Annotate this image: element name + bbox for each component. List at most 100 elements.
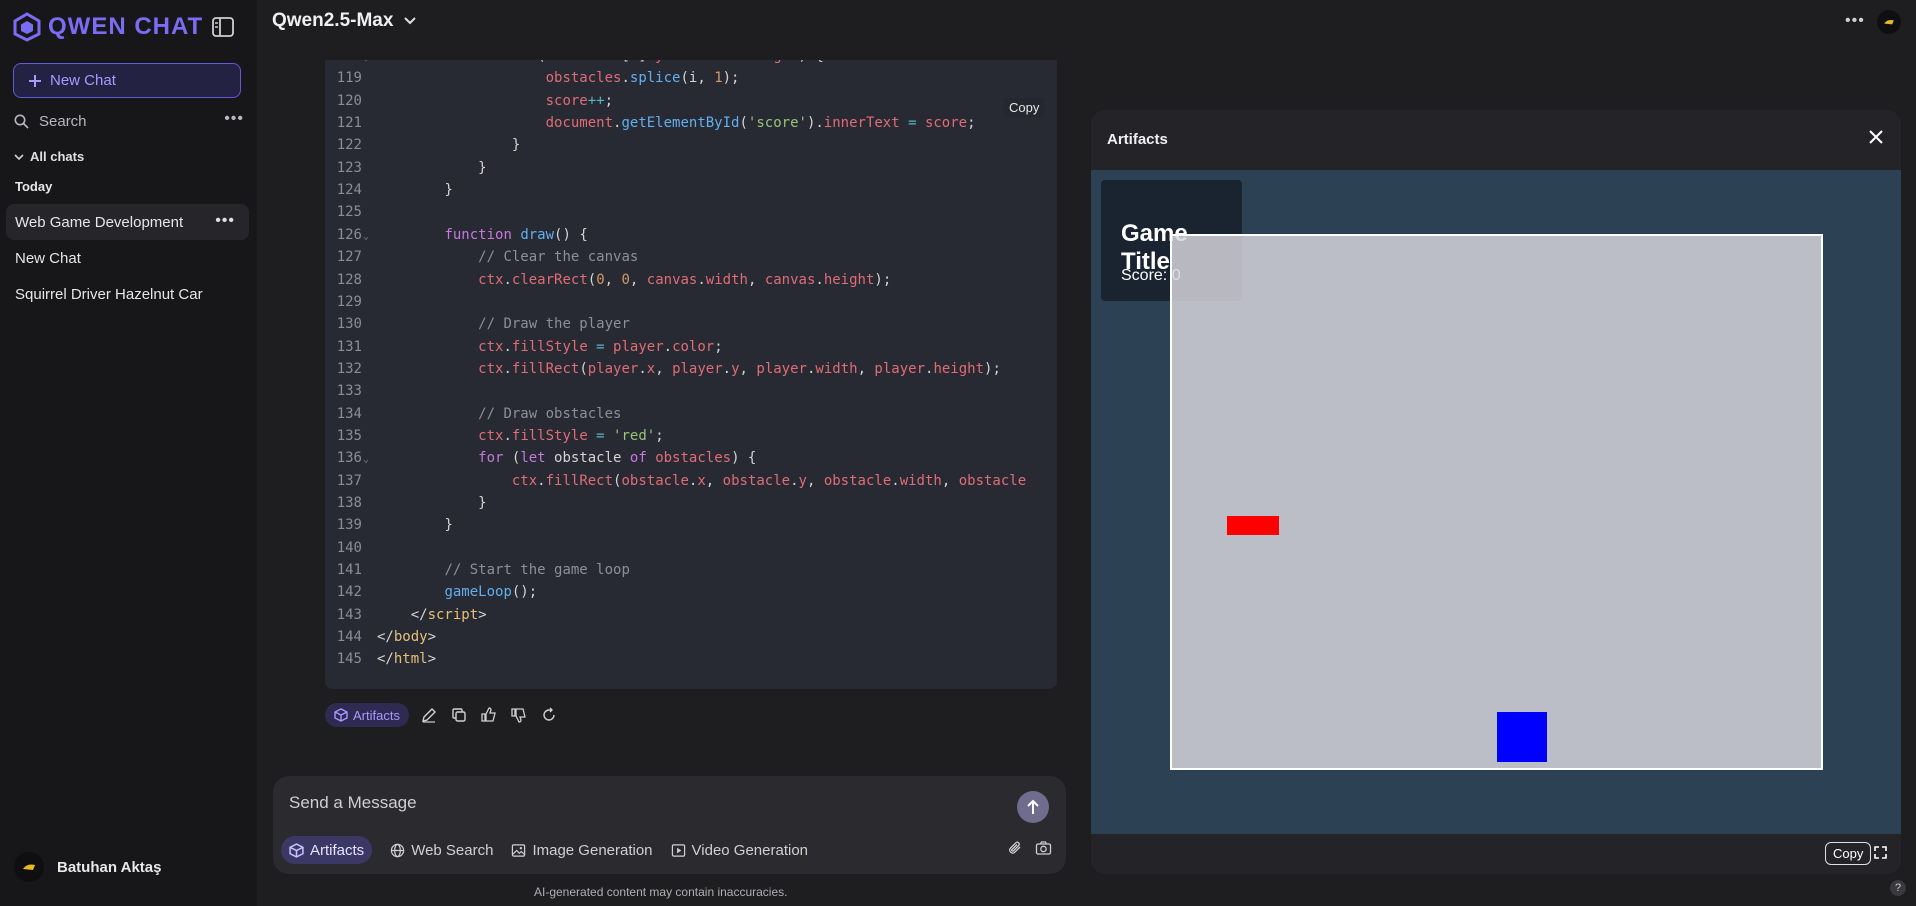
chat-item-new-chat[interactable]: New Chat — [6, 240, 249, 276]
chat-item-label: Squirrel Driver Hazelnut Car — [15, 285, 203, 303]
sidebar: QWEN CHAT New Chat Search ••• All chats … — [0, 0, 257, 906]
search-more-icon[interactable]: ••• — [224, 110, 244, 128]
artifacts-chip[interactable]: Artifacts — [325, 703, 409, 727]
artifacts-panel-footer: Copy — [1091, 834, 1901, 874]
code-text: // Draw obstacles — [478, 403, 621, 425]
code-token: , — [806, 472, 824, 489]
code-text: } — [512, 134, 520, 156]
search-input[interactable]: Search ••• — [14, 110, 244, 132]
code-token: player — [613, 338, 664, 355]
code-token: . — [503, 338, 512, 355]
plus-icon — [28, 74, 42, 88]
code-token: } — [478, 159, 487, 176]
code-token: obstacle — [545, 450, 630, 467]
fullscreen-icon[interactable] — [1874, 846, 1887, 859]
code-token: document — [545, 115, 614, 132]
code-text: ctx.fillRect(obstacle.x, obstacle.y, obs… — [512, 470, 1026, 492]
thumbs-up-icon[interactable] — [479, 705, 499, 725]
line-number: 125 — [336, 204, 362, 221]
fold-chevron-icon[interactable]: ⌄ — [363, 449, 369, 471]
code-token: ( — [529, 60, 545, 64]
thumbs-down-icon[interactable] — [509, 705, 529, 725]
chat-options-icon[interactable]: ••• — [215, 212, 235, 230]
fold-chevron-icon[interactable]: ⌄ — [363, 226, 369, 248]
video-generation-label: Video Generation — [691, 841, 809, 859]
game-canvas[interactable] — [1170, 234, 1823, 770]
sidebar-toggle-icon[interactable] — [212, 17, 234, 37]
code-text: function draw() { — [444, 224, 587, 246]
code-token: innerText — [823, 115, 900, 132]
code-token: , — [739, 360, 757, 377]
edit-icon[interactable] — [419, 705, 439, 725]
artifacts-panel: Artifacts Game Title Score: 0 Copy — [1091, 110, 1901, 874]
line-number: 118 — [330, 60, 362, 67]
artifacts-chip-label: Artifacts — [353, 707, 400, 723]
chevron-down-icon — [403, 16, 417, 26]
chat-item-squirrel-driver[interactable]: Squirrel Driver Hazelnut Car — [6, 276, 249, 312]
copy-code-button[interactable]: Copy — [1003, 98, 1046, 117]
copy-artifact-button[interactable]: Copy — [1825, 842, 1872, 865]
copy-icon[interactable] — [449, 705, 469, 725]
code-token: canvas — [764, 271, 816, 288]
code-token: obstacle — [621, 472, 689, 489]
code-token: ++ — [587, 92, 605, 109]
code-token: . — [503, 360, 512, 377]
code-token: getElementById — [621, 115, 740, 132]
line-number: 132 — [336, 360, 362, 377]
code-text: gameLoop(); — [444, 581, 537, 603]
code-token: , — [747, 271, 765, 288]
camera-icon[interactable] — [1035, 840, 1052, 856]
paperclip-icon[interactable] — [1007, 840, 1023, 856]
model-selector[interactable]: Qwen2.5-Max — [272, 10, 417, 32]
code-token: } — [444, 517, 453, 534]
code-token: . — [503, 427, 512, 444]
code-text: // Start the game loop — [444, 559, 629, 581]
code-token: ctx — [478, 271, 504, 288]
code-token: . — [815, 271, 824, 288]
avatar[interactable] — [1877, 10, 1901, 34]
user-name: Batuhan Aktaş — [57, 858, 162, 876]
line-number: 134 — [336, 405, 362, 422]
code-token: obstacles — [655, 450, 732, 467]
code-text: </body> — [377, 626, 436, 648]
all-chats-toggle[interactable]: All chats — [14, 149, 84, 164]
line-number: 143 — [336, 606, 362, 623]
arrow-up-icon — [1026, 799, 1040, 815]
code-token: draw — [520, 226, 555, 243]
close-icon[interactable] — [1869, 130, 1883, 144]
regenerate-icon[interactable] — [539, 705, 559, 725]
new-chat-button[interactable]: New Chat — [13, 63, 241, 98]
line-number: 137 — [336, 472, 362, 489]
code-token: . — [638, 360, 647, 377]
code-text: } — [478, 492, 486, 514]
code-token: = — [587, 338, 614, 355]
code-token: height — [748, 60, 799, 64]
line-number: 136 — [336, 450, 362, 467]
artifacts-tool-label: Artifacts — [310, 841, 365, 859]
message-input[interactable]: Send a Message — [289, 793, 417, 813]
globe-icon — [390, 843, 405, 858]
code-token: height — [823, 271, 875, 288]
code-token: > — [427, 651, 437, 668]
code-token: obstacles — [546, 60, 622, 64]
code-text: } — [444, 514, 452, 536]
logo[interactable]: QWEN CHAT — [12, 12, 203, 42]
chat-item-web-game-development[interactable]: Web Game Development ••• — [6, 204, 249, 240]
user-profile[interactable]: Batuhan Aktaş — [14, 852, 161, 882]
code-token: fillRect — [511, 360, 580, 377]
artifacts-tool-button[interactable]: Artifacts — [281, 836, 373, 864]
image-generation-button[interactable]: Image Generation — [511, 836, 653, 864]
send-button[interactable] — [1017, 791, 1049, 823]
fold-chevron-icon[interactable]: ⌄ — [363, 60, 369, 69]
code-token: color — [672, 338, 715, 355]
more-options-icon[interactable]: ••• — [1845, 12, 1865, 30]
message-composer: Send a Message Artifacts Web Search Imag… — [273, 776, 1066, 874]
code-token: = — [587, 427, 614, 444]
line-number: 139 — [336, 517, 362, 534]
code-token: ); — [722, 70, 740, 87]
help-button[interactable]: ? — [1890, 880, 1906, 896]
game-preview: Game Title Score: 0 — [1091, 170, 1901, 834]
web-search-button[interactable]: Web Search — [390, 836, 493, 864]
code-text: score++; — [546, 90, 613, 112]
video-generation-button[interactable]: Video Generation — [671, 836, 808, 864]
